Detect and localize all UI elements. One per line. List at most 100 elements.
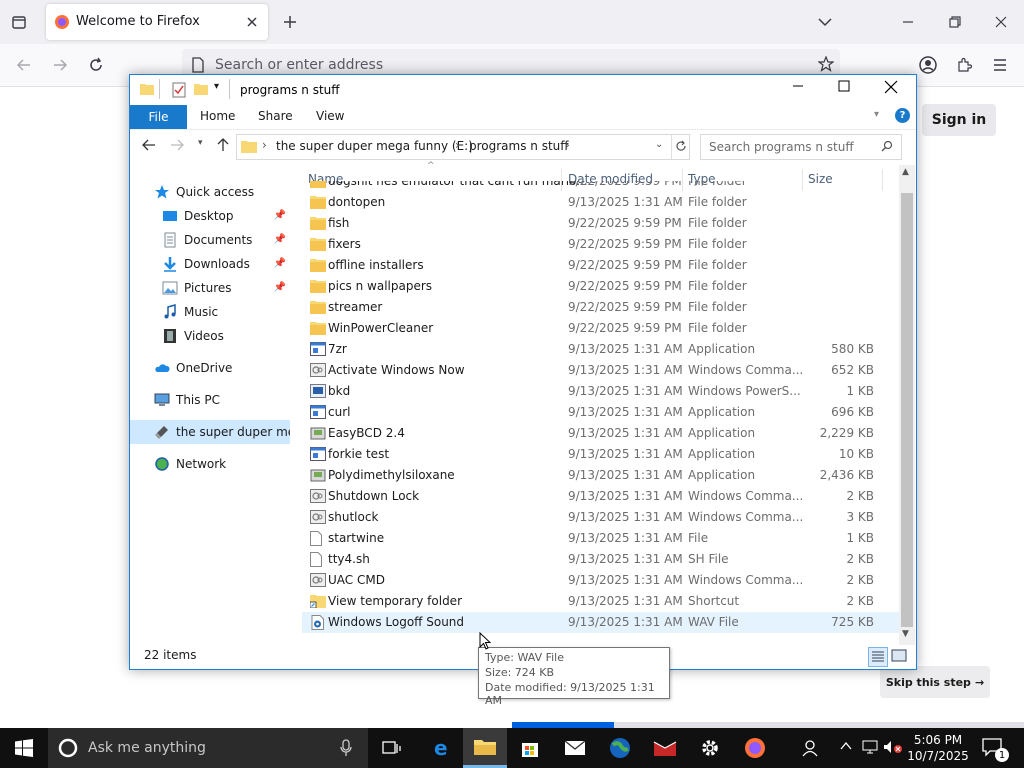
reload-icon[interactable] (81, 50, 111, 80)
scroll-down-icon[interactable]: ▼ (902, 629, 909, 639)
file-row[interactable]: streamer 9/22/2025 9:59 PM File folder (302, 297, 900, 318)
nav-music[interactable]: Music (130, 300, 290, 324)
recent-locations-icon[interactable]: ▾ (198, 138, 203, 148)
account-icon[interactable] (913, 50, 943, 80)
close-tab-icon[interactable] (237, 7, 267, 37)
chevron-right-icon[interactable]: › (565, 138, 570, 152)
address-bar[interactable]: › the super duper mega funny (E:) › prog… (236, 134, 690, 160)
file-row[interactable]: 7zr 9/13/2025 1:31 AM Application 580 KB (302, 339, 900, 360)
tab-share[interactable]: Share (258, 109, 293, 123)
chevron-right-icon[interactable]: › (262, 138, 267, 152)
skip-step-label: Skip this step (885, 675, 971, 689)
minimize-icon[interactable] (792, 80, 804, 92)
large-icons-view-icon[interactable] (890, 647, 908, 665)
breadcrumb-drive[interactable]: the super duper mega funny (E:) (276, 139, 473, 153)
chevron-right-icon[interactable]: › (455, 138, 460, 152)
nav-network[interactable]: Network (130, 452, 290, 476)
file-row[interactable]: Shutdown Lock 9/13/2025 1:31 AM Windows Co… (302, 486, 900, 507)
address-history-icon[interactable]: ⌄ (655, 139, 663, 150)
file-date: 9/22/2025 9:59 PM (568, 237, 682, 251)
show-hidden-icons-icon[interactable] (840, 740, 852, 752)
file-row[interactable]: fixers 9/22/2025 9:59 PM File folder (302, 234, 900, 255)
file-row[interactable]: forkie test 9/13/2025 1:31 AM Application 1… (302, 444, 900, 465)
file-row[interactable]: pics n wallpapers 9/22/2025 9:59 PM File f… (302, 276, 900, 297)
tab-home[interactable]: Home (200, 109, 235, 123)
scrollbar-thumb[interactable] (901, 193, 913, 627)
sign-in-button[interactable]: Sign in (922, 104, 996, 136)
edge-icon[interactable]: e (420, 728, 464, 768)
task-view-icon[interactable] (370, 728, 414, 768)
red-app-icon[interactable] (643, 728, 687, 768)
people-icon[interactable] (790, 728, 834, 768)
refresh-icon[interactable] (675, 140, 687, 152)
store-icon[interactable] (508, 728, 552, 768)
firefox-taskbar-icon[interactable] (733, 728, 777, 768)
file-row[interactable]: dogshit nes emulator that cant run mario… (302, 181, 900, 192)
nav-quick-access[interactable]: Quick access (130, 180, 290, 204)
nav-desktop[interactable]: Desktop 📌 (130, 204, 290, 228)
file-row[interactable]: tty4.sh 9/13/2025 1:31 AM SH File 2 KB (302, 549, 900, 570)
arrow-right-icon: → (974, 675, 985, 689)
file-row[interactable]: View temporary folder 9/13/2025 1:31 AM Sh… (302, 591, 900, 612)
file-row[interactable]: EasyBCD 2.4 9/13/2025 1:31 AM Application 2… (302, 423, 900, 444)
globe-app-icon[interactable] (598, 728, 642, 768)
forward-icon[interactable] (45, 50, 75, 80)
file-row[interactable]: startwine 9/13/2025 1:31 AM File 1 KB (302, 528, 900, 549)
maximize-icon[interactable] (838, 80, 850, 92)
new-folder-icon[interactable] (194, 82, 208, 96)
properties-icon[interactable] (172, 82, 186, 98)
up-icon[interactable] (216, 138, 230, 152)
mail-icon[interactable] (553, 728, 597, 768)
file-row[interactable]: Polydimethylsiloxane 9/13/2025 1:31 AM App… (302, 465, 900, 486)
file-explorer-taskbar-icon[interactable] (463, 728, 507, 768)
file-row[interactable]: shutlock 9/13/2025 1:31 AM Windows Comma..… (302, 507, 900, 528)
file-row[interactable]: curl 9/13/2025 1:31 AM Application 696 KB (302, 402, 900, 423)
tab-view[interactable]: View (316, 109, 344, 123)
file-row[interactable]: bkd 9/13/2025 1:31 AM Windows PowerS... 1 K… (302, 381, 900, 402)
back-icon[interactable] (9, 50, 39, 80)
skip-step-button[interactable]: Skip this step → (880, 666, 990, 698)
help-icon[interactable]: ? (895, 108, 910, 123)
new-tab-icon[interactable] (275, 7, 305, 37)
nav-this-pc[interactable]: This PC (130, 388, 290, 412)
file-row[interactable]: Windows Logoff Sound 9/13/2025 1:31 AM WAV… (302, 612, 900, 633)
minimize-icon[interactable] (893, 7, 923, 37)
file-row[interactable]: WinPowerCleaner 9/22/2025 9:59 PM File fol… (302, 318, 900, 339)
expand-ribbon-icon[interactable]: ▾ (874, 109, 879, 120)
file-row[interactable]: fish 9/22/2025 9:59 PM File folder (302, 213, 900, 234)
file-row[interactable]: Activate Windows Now 9/13/2025 1:31 AM Win… (302, 360, 900, 381)
nav-onedrive[interactable]: OneDrive (130, 356, 290, 380)
scroll-up-icon[interactable]: ▲ (902, 167, 909, 177)
forward-icon[interactable] (170, 138, 184, 152)
file-name: Shutdown Lock (328, 489, 420, 503)
system-clock[interactable]: 5:06 PM 10/7/2025 (898, 732, 978, 764)
details-view-icon[interactable] (868, 647, 888, 667)
network-status-icon[interactable] (862, 740, 878, 754)
file-date: 9/13/2025 1:31 AM (568, 594, 683, 608)
file-type: Shortcut (688, 594, 740, 608)
customize-qat-icon[interactable]: ▾ (214, 81, 219, 92)
extensions-icon[interactable] (949, 50, 979, 80)
back-icon[interactable] (142, 138, 156, 152)
start-button[interactable] (0, 728, 48, 768)
settings-gear-icon[interactable] (688, 728, 732, 768)
restore-icon[interactable] (940, 7, 970, 37)
close-icon[interactable] (884, 80, 898, 94)
file-row[interactable]: dontopen 9/13/2025 1:31 AM File folder (302, 192, 900, 213)
nav-pictures[interactable]: Pictures 📌 (130, 276, 290, 300)
nav-videos[interactable]: Videos (130, 324, 290, 348)
nav-drive-e[interactable]: the super duper meg (130, 420, 290, 444)
search-box[interactable]: Search programs n stuff (700, 134, 902, 160)
microphone-icon[interactable] (340, 739, 352, 757)
cortana-search-box[interactable]: Ask me anything (48, 728, 368, 768)
file-row[interactable]: offline installers 9/22/2025 9:59 PM File … (302, 255, 900, 276)
close-window-icon[interactable] (986, 7, 1016, 37)
menu-icon[interactable] (985, 50, 1015, 80)
tab-file[interactable]: File (130, 105, 187, 129)
list-all-tabs-icon[interactable] (810, 7, 840, 37)
breadcrumb-folder[interactable]: programs n stuff (469, 139, 569, 153)
nav-downloads[interactable]: Downloads 📌 (130, 252, 290, 276)
file-row[interactable]: UAC CMD 9/13/2025 1:31 AM Windows Comma...… (302, 570, 900, 591)
firefox-view-icon[interactable] (4, 7, 34, 37)
nav-documents[interactable]: Documents 📌 (130, 228, 290, 252)
